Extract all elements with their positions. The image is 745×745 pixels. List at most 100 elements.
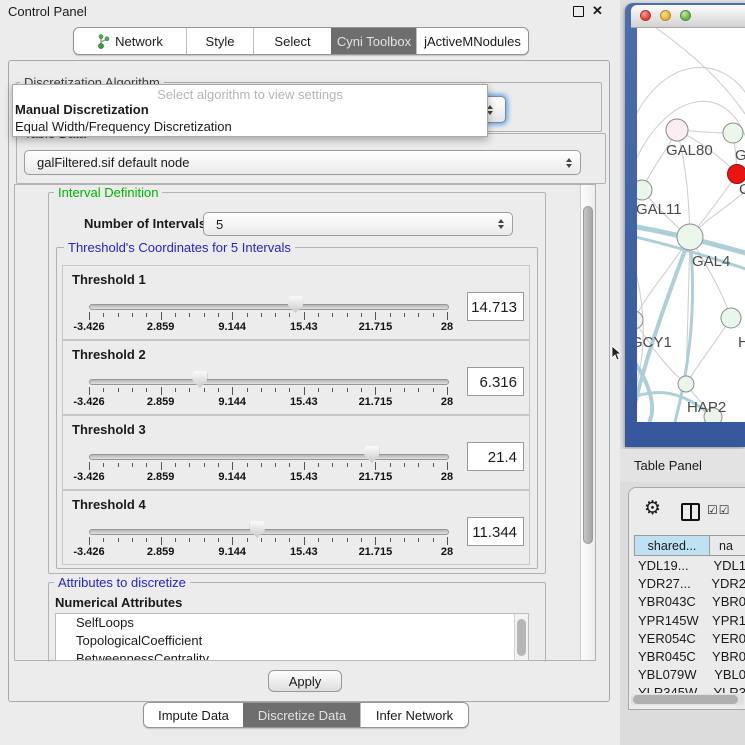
slider-tick	[418, 463, 419, 467]
network-canvas[interactable]: GAL80GAL11GAL4GCY1HHAP2GC	[637, 28, 745, 422]
table-row[interactable]: YBR045CYBR0	[634, 648, 745, 666]
slider-handle[interactable]	[250, 521, 265, 538]
table-row[interactable]: YDR27...YDR2	[634, 575, 745, 593]
column-header-name[interactable]: na	[709, 535, 745, 556]
slider-tick	[347, 388, 348, 392]
slider-track[interactable]	[89, 304, 449, 310]
tab-network[interactable]: Network	[74, 28, 186, 54]
node-label: H	[738, 334, 745, 351]
tab-label: Style	[206, 34, 235, 49]
attribute-item[interactable]: TopologicalCoefficient	[56, 632, 528, 650]
numerical-attributes-list[interactable]: SelfLoopsTopologicalCoefficientBetweenne…	[55, 613, 529, 661]
slider-tick	[218, 463, 219, 467]
slider-tick-label: 9.144	[201, 546, 263, 558]
slider-tick	[232, 312, 233, 320]
cell-name: YLR3	[708, 684, 745, 693]
table-rows: YDL19...YDL1YDR27...YDR2YBR043CYBR0YPR14…	[634, 557, 745, 693]
slider-tick	[390, 313, 391, 317]
slider-tick	[175, 538, 176, 542]
tab-impute-data[interactable]: Impute Data	[144, 703, 243, 727]
slider-tick	[204, 463, 205, 467]
cell-shared-name: YBR045C	[634, 648, 707, 666]
table-row[interactable]: YLR345WYLR3	[634, 684, 745, 693]
threshold-value-field[interactable]: 6.316	[467, 367, 524, 396]
scrollbar-thumb[interactable]	[583, 206, 593, 544]
slider-handle[interactable]	[364, 446, 379, 463]
slider-handle[interactable]	[288, 296, 303, 313]
cell-shared-name: YBL079W	[634, 666, 709, 684]
slider-tick	[289, 538, 290, 542]
network-node-hap2[interactable]	[678, 376, 694, 392]
table-data-combobox[interactable]: galFiltered.sif default node	[24, 150, 581, 175]
vertical-scrollbar[interactable]	[580, 185, 595, 660]
column-header-shared[interactable]: shared...	[634, 535, 710, 556]
network-window-titlebar[interactable]	[631, 5, 745, 28]
slider-tick	[404, 388, 405, 392]
attribute-item[interactable]: BetweennessCentrality	[56, 650, 528, 661]
table-row[interactable]: YBR043CYBR0	[634, 593, 745, 611]
slider-handle[interactable]	[192, 371, 207, 388]
table-row[interactable]: YPR145WYPR1	[634, 612, 745, 630]
slider-track[interactable]	[89, 454, 449, 460]
tab-style[interactable]: Style	[186, 28, 253, 54]
popup-item-manual-discretization[interactable]: Manual Discretization	[13, 102, 487, 119]
threshold-value-field[interactable]: 14.713	[467, 292, 524, 321]
tab-cyni-toolbox[interactable]: Cyni Toolbox	[331, 28, 416, 54]
minimize-traffic-light-icon[interactable]	[660, 10, 671, 21]
tab-select[interactable]: Select	[253, 28, 331, 54]
slider-tick-label: 15.43	[273, 546, 335, 558]
threshold-value-field[interactable]: 11.344	[467, 517, 524, 546]
table-row[interactable]: YER054CYER0	[634, 630, 745, 648]
slider-tick	[347, 313, 348, 317]
slider-tick	[261, 538, 262, 542]
horizontal-scrollbar[interactable]	[631, 694, 744, 705]
network-node-gal4[interactable]	[677, 224, 703, 250]
network-node-gal11[interactable]	[637, 180, 652, 200]
slider-tick	[146, 313, 147, 317]
table-row[interactable]: YBL079WYBL0	[634, 666, 745, 684]
slider-tick	[161, 387, 162, 395]
slider-track[interactable]	[89, 529, 449, 535]
scrollbar-thumb[interactable]	[633, 695, 738, 704]
slider-tick	[146, 388, 147, 392]
scrollbar-thumb[interactable]	[517, 619, 526, 656]
cell-name: YDL1	[708, 557, 745, 575]
close-traffic-light-icon[interactable]	[640, 10, 651, 21]
apply-button[interactable]: Apply	[268, 670, 342, 692]
gear-icon[interactable]: ⚙	[644, 497, 661, 519]
popup-item-equal-width-frequency[interactable]: Equal Width/Frequency Discretization	[13, 119, 487, 136]
table-row[interactable]: YDL19...YDL1	[634, 557, 745, 575]
cell-shared-name: YBR043C	[634, 593, 707, 611]
zoom-traffic-light-icon[interactable]	[680, 10, 691, 21]
slider-tick	[304, 387, 305, 395]
slider-tick	[347, 538, 348, 542]
network-node-gal80[interactable]	[666, 119, 688, 141]
threshold-label: Threshold 3	[72, 422, 146, 437]
slider-tick-label: -3.426	[58, 546, 120, 558]
node-label: GAL80	[666, 142, 713, 159]
number-of-intervals-combobox[interactable]: 5	[203, 212, 513, 236]
slider-track[interactable]	[89, 379, 449, 385]
tab-infer-network[interactable]: Infer Network	[360, 703, 468, 727]
attributes-group-title: Attributes to discretize	[54, 575, 190, 590]
node-label-partial: C	[739, 181, 745, 198]
threshold-label: Threshold 1	[72, 272, 146, 287]
slider-tick	[318, 463, 319, 467]
close-icon[interactable]: ✕	[592, 3, 603, 19]
split-columns-icon[interactable]	[681, 503, 700, 521]
slider-tick	[361, 313, 362, 317]
tab-jactivemnodules[interactable]: jActiveMNodules	[416, 28, 528, 54]
attribute-item[interactable]: SelfLoops	[56, 614, 528, 632]
slider-tick	[175, 388, 176, 392]
slider-tick-label: 21.715	[344, 471, 406, 483]
list-scrollbar[interactable]	[514, 614, 528, 660]
slider-tick	[304, 537, 305, 545]
float-window-icon[interactable]	[573, 6, 584, 17]
network-edges	[637, 28, 745, 417]
network-node[interactable]	[723, 123, 743, 143]
tab-discretize-data[interactable]: Discretize Data	[243, 703, 360, 727]
threshold-value-field[interactable]: 21.4	[467, 442, 524, 471]
network-node-h[interactable]	[721, 308, 741, 328]
checkbox-icons[interactable]: ☑☑	[707, 503, 731, 517]
cell-shared-name: YER054C	[634, 630, 707, 648]
